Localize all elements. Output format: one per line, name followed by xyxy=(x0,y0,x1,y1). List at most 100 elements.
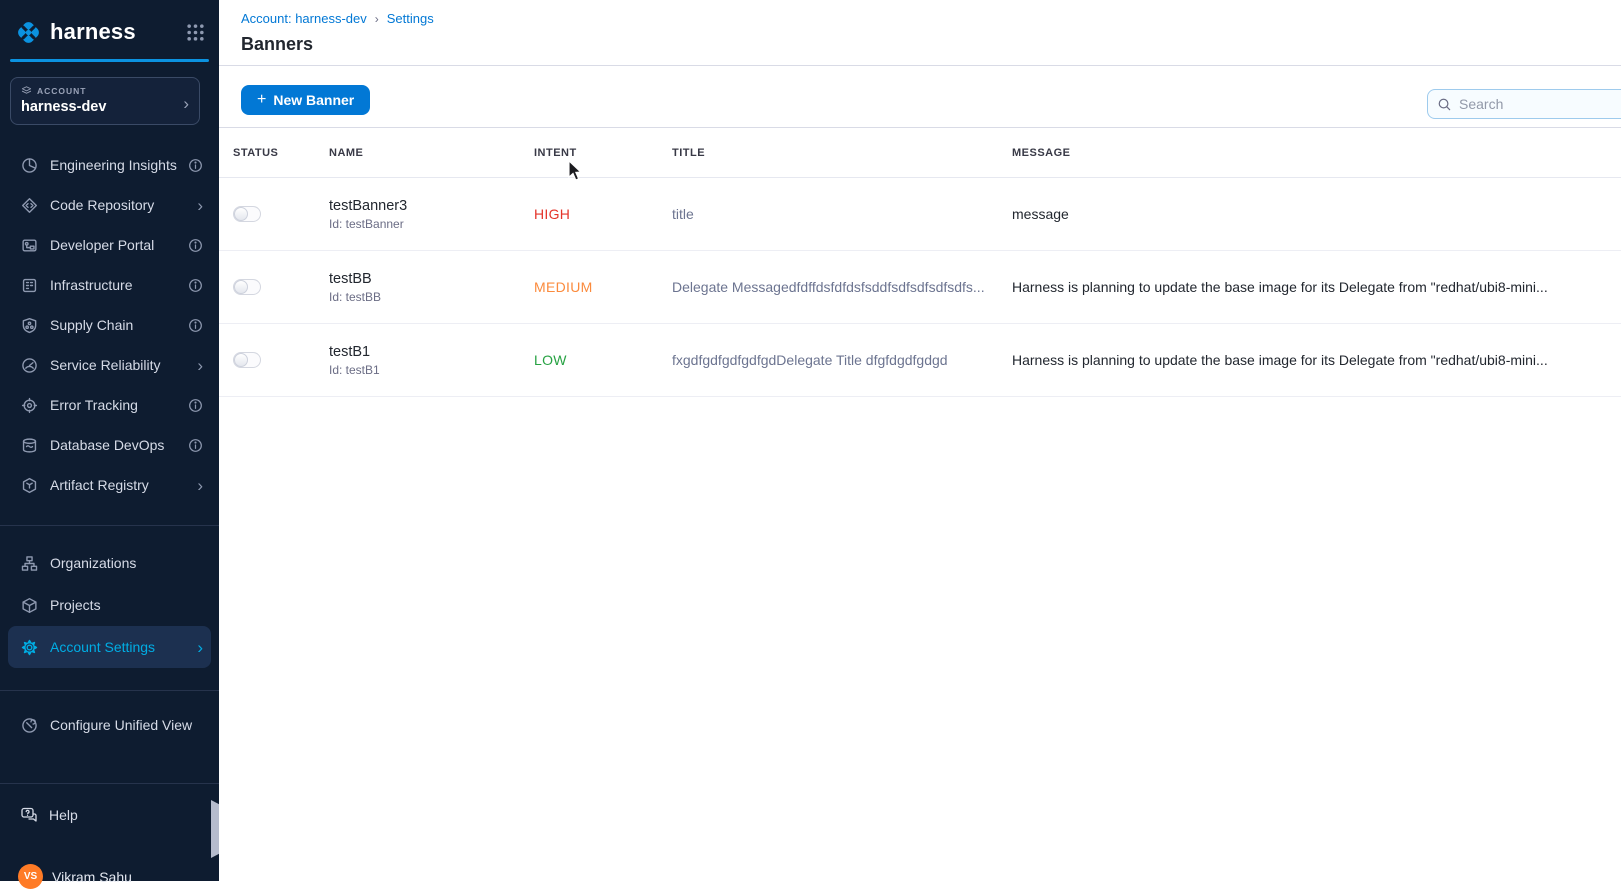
brand-name: harness xyxy=(50,19,136,45)
sidebar-item-label: Artifact Registry xyxy=(50,477,149,493)
layers-icon xyxy=(21,85,32,96)
sidebar-item-projects[interactable]: Projects xyxy=(0,584,219,626)
banner-id: Id: testBB xyxy=(329,290,534,304)
banner-intent: HIGH xyxy=(534,206,672,222)
account-selector[interactable]: ACCOUNT harness-dev › xyxy=(10,77,200,125)
avatar: VS xyxy=(18,864,43,889)
gear-icon xyxy=(20,638,38,656)
error-tracking-icon xyxy=(20,396,38,414)
banner-message: Harness is planning to update the base i… xyxy=(1012,352,1621,368)
sidebar-divider xyxy=(0,690,219,691)
banner-intent: LOW xyxy=(534,352,672,368)
sidebar-item-organizations[interactable]: Organizations xyxy=(0,542,219,584)
primary-nav: Engineering Insights Code Repository › D… xyxy=(0,145,219,505)
sidebar-item-artifact-registry[interactable]: Artifact Registry › xyxy=(0,465,219,505)
breadcrumb-account-link[interactable]: Account: harness-dev xyxy=(241,11,367,26)
banner-message: Harness is planning to update the base i… xyxy=(1012,279,1621,295)
column-header-name: NAME xyxy=(329,147,534,159)
sidebar-item-code-repository[interactable]: Code Repository › xyxy=(0,185,219,225)
banner-title: Delegate Messagedfdffdsfdfdsfsddfsdfsdfs… xyxy=(672,279,1012,295)
sidebar-item-account-settings[interactable]: Account Settings › xyxy=(8,626,211,668)
banner-name: testBanner3 xyxy=(329,198,534,214)
brand-row: harness xyxy=(14,14,205,50)
account-name: harness-dev xyxy=(21,99,189,115)
toggle-knob xyxy=(234,280,248,294)
brand-underline xyxy=(10,59,209,62)
sidebar-item-label: Error Tracking xyxy=(50,397,138,413)
info-icon[interactable] xyxy=(188,398,203,413)
sidebar-divider xyxy=(0,525,219,526)
sidebar-item-label: Code Repository xyxy=(50,197,154,213)
page-header: Account: harness-dev › Settings Banners xyxy=(219,0,1621,66)
code-icon xyxy=(20,196,38,214)
banner-enabled-toggle[interactable] xyxy=(233,206,261,222)
toggle-knob xyxy=(234,353,248,367)
reliability-icon xyxy=(20,356,38,374)
sidebar: harness ACCOUNT harness-dev › Engineerin… xyxy=(0,0,219,881)
toggle-knob xyxy=(234,207,248,221)
sidebar-item-configure-unified-view[interactable]: Configure Unified View xyxy=(0,704,219,746)
harness-logo-icon xyxy=(14,18,43,47)
banner-id: Id: testB1 xyxy=(329,363,534,377)
banner-title: title xyxy=(672,206,1012,222)
database-icon xyxy=(20,436,38,454)
banner-enabled-toggle[interactable] xyxy=(233,352,261,368)
banner-name: testBB xyxy=(329,271,534,287)
chevron-right-icon: › xyxy=(197,477,203,494)
table-header-row: STATUS NAME INTENT TITLE MESSAGE xyxy=(219,128,1621,178)
info-icon[interactable] xyxy=(188,238,203,253)
table-row[interactable]: testBB Id: testBB MEDIUM Delegate Messag… xyxy=(219,251,1621,324)
sidebar-item-label: Organizations xyxy=(50,555,136,571)
sidebar-item-label: Developer Portal xyxy=(50,237,154,253)
organizations-icon xyxy=(20,554,38,572)
sidebar-item-label: Account Settings xyxy=(50,639,155,655)
column-header-intent: INTENT xyxy=(534,147,672,159)
supply-chain-icon xyxy=(20,316,38,334)
breadcrumb-settings-link[interactable]: Settings xyxy=(387,11,434,26)
user-profile[interactable]: VS Vikram Sahu xyxy=(18,864,132,889)
breadcrumb: Account: harness-dev › Settings xyxy=(241,11,434,26)
sidebar-item-label: Infrastructure xyxy=(50,277,132,293)
column-header-title: TITLE xyxy=(672,147,1012,159)
column-header-message: MESSAGE xyxy=(1012,147,1621,159)
info-icon[interactable] xyxy=(188,438,203,453)
table-row[interactable]: testB1 Id: testB1 LOW fxgdfgdfgdfgdfgdDe… xyxy=(219,324,1621,397)
sidebar-item-engineering-insights[interactable]: Engineering Insights xyxy=(0,145,219,185)
chevron-right-icon: › xyxy=(183,94,189,114)
banner-intent: MEDIUM xyxy=(534,279,672,295)
table-row[interactable]: testBanner3 Id: testBanner HIGH title me… xyxy=(219,178,1621,251)
search-input[interactable] xyxy=(1459,96,1609,112)
user-name: Vikram Sahu xyxy=(52,869,132,885)
sidebar-item-label: Configure Unified View xyxy=(50,717,192,733)
chevron-right-icon: › xyxy=(197,639,203,656)
banner-enabled-toggle[interactable] xyxy=(233,279,261,295)
help-button[interactable]: Help xyxy=(20,806,78,824)
apps-grid-icon[interactable] xyxy=(186,23,205,42)
banner-name: testB1 xyxy=(329,344,534,360)
search-box xyxy=(1427,89,1621,119)
sidebar-divider xyxy=(0,783,219,784)
banners-table: STATUS NAME INTENT TITLE MESSAGE testBan… xyxy=(219,128,1621,397)
info-icon[interactable] xyxy=(188,158,203,173)
info-icon[interactable] xyxy=(188,318,203,333)
portal-icon xyxy=(20,236,38,254)
sidebar-item-label: Engineering Insights xyxy=(50,157,177,173)
search-icon xyxy=(1437,97,1452,112)
sidebar-item-service-reliability[interactable]: Service Reliability › xyxy=(0,345,219,385)
sidebar-item-infrastructure[interactable]: Infrastructure xyxy=(0,265,219,305)
sidebar-item-database-devops[interactable]: Database DevOps xyxy=(0,425,219,465)
sidebar-item-supply-chain[interactable]: Supply Chain xyxy=(0,305,219,345)
info-icon[interactable] xyxy=(188,278,203,293)
sidebar-item-developer-portal[interactable]: Developer Portal xyxy=(0,225,219,265)
artifact-registry-icon xyxy=(20,476,38,494)
unified-view-icon xyxy=(20,716,38,734)
banner-id: Id: testBanner xyxy=(329,217,534,231)
sidebar-item-label: Projects xyxy=(50,597,101,613)
sidebar-item-error-tracking[interactable]: Error Tracking xyxy=(0,385,219,425)
column-header-status: STATUS xyxy=(233,147,329,159)
main-content: Account: harness-dev › Settings Banners … xyxy=(219,0,1621,881)
page-title: Banners xyxy=(241,34,313,55)
new-banner-button[interactable]: + New Banner xyxy=(241,85,370,115)
sidebar-item-label: Service Reliability xyxy=(50,357,160,373)
infrastructure-icon xyxy=(20,276,38,294)
